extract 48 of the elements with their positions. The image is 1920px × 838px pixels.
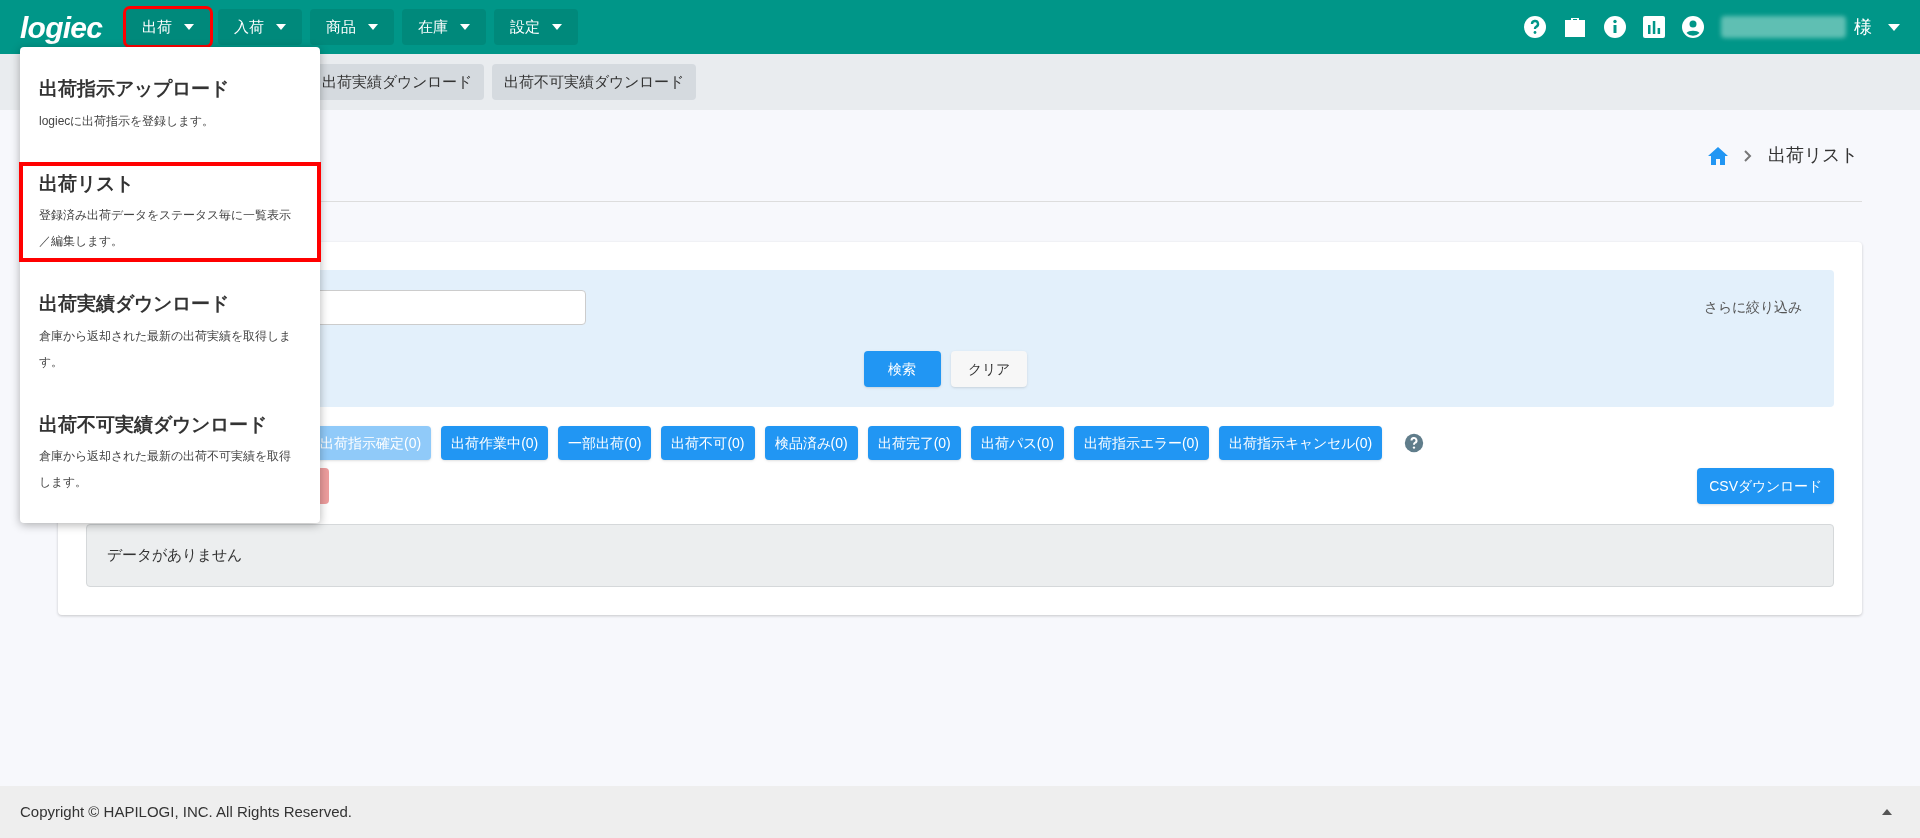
caret-icon — [276, 24, 287, 30]
sub-nav-button[interactable]: 出荷不可実績ダウンロード — [492, 64, 696, 100]
caret-up-icon[interactable] — [1882, 809, 1892, 815]
user-icon[interactable] — [1681, 15, 1705, 39]
dropdown-item-title: 出荷リスト — [39, 171, 135, 196]
status-tab[interactable]: 出荷不可(0) — [661, 426, 755, 460]
nav-menu-button[interactable]: 入荷 — [218, 9, 303, 45]
caret-icon — [368, 24, 379, 30]
chevron-right-icon — [1744, 149, 1752, 162]
help-icon[interactable] — [1523, 15, 1547, 39]
empty-message: データがありません — [107, 545, 242, 566]
status-tab[interactable]: 一部出荷(0) — [558, 426, 652, 460]
nav-menu-button[interactable]: 商品 — [310, 9, 395, 45]
csv-download-button[interactable]: CSVダウンロード — [1697, 468, 1834, 504]
dropdown-item-title: 出荷指示アップロード — [39, 77, 230, 101]
dropdown-item-description: logiecに出荷指示を登録します。 — [39, 112, 216, 130]
dropdown-item[interactable]: 出荷リスト 登録済み出荷データをステータス毎に一覧表示／編集します。 — [19, 161, 321, 262]
info-icon[interactable] — [1603, 15, 1627, 39]
search-button[interactable]: 検索 — [863, 351, 941, 387]
logo[interactable]: logiec — [20, 4, 103, 50]
caret-icon — [184, 24, 195, 30]
home-icon[interactable] — [1708, 146, 1728, 165]
caret-icon[interactable] — [1888, 23, 1900, 31]
dropdown-item-title: 出荷不可実績ダウンロード — [39, 412, 268, 437]
bar-chart-icon[interactable] — [1643, 16, 1665, 38]
status-tab[interactable]: 出荷指示キャンセル(0) — [1219, 426, 1383, 460]
status-tab[interactable]: 出荷指示エラー(0) — [1073, 426, 1209, 460]
status-tab[interactable]: 出荷完了(0) — [867, 426, 961, 460]
briefcase-icon[interactable] — [1563, 16, 1587, 38]
caret-icon — [552, 24, 563, 30]
help-icon[interactable] — [1404, 433, 1425, 453]
nav-menu-button[interactable]: 出荷 — [126, 9, 211, 45]
dropdown-item-description: 登録済み出荷データをステータス毎に一覧表示／編集します。 — [39, 207, 292, 250]
nav-menu-button[interactable]: 在庫 — [402, 9, 487, 45]
dropdown-item-description: 倉庫から返却された最新の出荷不可実績を取得します。 — [39, 448, 292, 491]
nav-menu-button[interactable]: 設定 — [494, 9, 579, 45]
status-tab[interactable]: 検品済み(0) — [764, 426, 858, 460]
status-tab[interactable]: 出荷パス(0) — [970, 426, 1064, 460]
user-suffix: 様 — [1854, 15, 1872, 39]
dropdown-item-description: 倉庫から返却された最新の出荷実績を取得します。 — [39, 327, 292, 371]
status-tab[interactable]: 出荷作業中(0) — [441, 426, 549, 460]
dropdown-item-title: 出荷実績ダウンロード — [39, 292, 230, 316]
caret-icon — [460, 24, 471, 30]
dropdown-item[interactable]: 出荷実績ダウンロード 倉庫から返却された最新の出荷実績を取得します。 — [19, 282, 321, 383]
clear-button[interactable]: クリア — [950, 351, 1027, 387]
breadcrumb-current: 出荷リスト — [1768, 144, 1858, 167]
filter-link[interactable]: さらに絞り込み — [1704, 297, 1802, 318]
copyright-text: Copyright © HAPILOGI, INC. All Rights Reserved. — [20, 801, 352, 822]
